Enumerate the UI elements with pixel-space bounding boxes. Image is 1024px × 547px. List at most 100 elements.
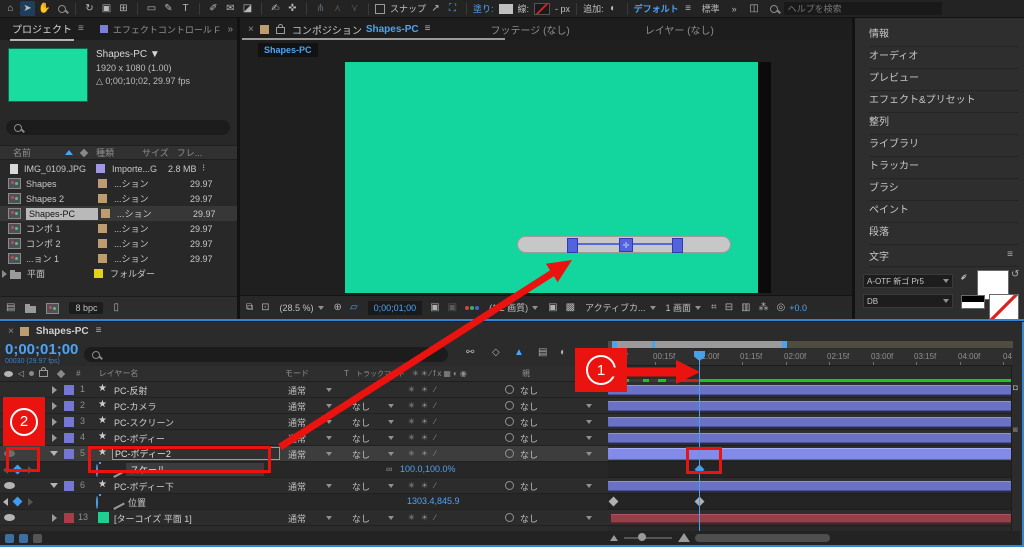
file-row[interactable]: コンポ 2 ...ション 29.97 <box>0 236 237 251</box>
tab-footage[interactable]: フッテージ (なし) <box>490 22 569 37</box>
layer-switches[interactable]: ✳ ☀ ∕ <box>408 481 438 490</box>
panel-tab-info[interactable]: 情報 <box>869 24 1019 47</box>
layer-switches[interactable]: ✳ ☀ ∕ <box>408 449 438 458</box>
layer-label-swatch[interactable] <box>64 433 74 443</box>
trackmatte-dropdown[interactable]: なし <box>352 416 370 429</box>
label-swatch[interactable] <box>98 239 107 248</box>
magnification-chevron-icon[interactable] <box>317 305 324 310</box>
parent-chevron-icon[interactable] <box>586 420 592 424</box>
panel-tab-paint[interactable]: ペイント <box>869 200 1019 223</box>
file-row[interactable]: コンポ 1 ...ション 29.97 <box>0 221 237 236</box>
viewer-tab-menu-icon[interactable]: ≡ <box>425 24 431 34</box>
layer-label-swatch[interactable] <box>64 401 74 411</box>
fill-label[interactable]: 塗り: <box>473 2 494 15</box>
layer-switches[interactable]: ✳ ☀ ∕ <box>408 385 438 394</box>
label-swatch[interactable] <box>101 209 110 218</box>
panel-tab-character[interactable]: 文字 ≡ <box>869 244 1019 267</box>
pen-tool-icon[interactable]: ✎ <box>161 1 176 16</box>
lock-icon[interactable] <box>275 24 285 34</box>
parent-chevron-icon[interactable] <box>586 452 592 456</box>
layer-switches[interactable]: ✳ ☀ ∕ <box>408 401 438 410</box>
new-comp-icon[interactable] <box>46 302 60 314</box>
fill-swatch[interactable] <box>498 3 513 14</box>
timeline-search-box[interactable] <box>84 347 448 362</box>
tab-effect-controls[interactable]: エフェクトコントロール F <box>113 23 220 36</box>
panel-tab-paragraph[interactable]: 段落 <box>869 222 1019 245</box>
fullscreen-icon[interactable]: ⛶ <box>445 1 460 16</box>
timeline-button-icon[interactable]: ▥ <box>741 302 750 313</box>
layer-name[interactable]: PC-カメラ <box>114 400 157 413</box>
layer-label-swatch[interactable] <box>64 449 74 459</box>
zoom-tool-icon[interactable] <box>54 1 69 16</box>
layer-track[interactable] <box>608 398 1011 414</box>
label-swatch[interactable] <box>98 179 107 188</box>
matte-chevron-icon[interactable] <box>388 420 394 424</box>
file-row-selected[interactable]: Shapes-PC ...ション 29.97 <box>0 206 237 221</box>
project-search-box[interactable] <box>6 120 230 135</box>
col-parent[interactable]: 親 <box>522 368 530 379</box>
mode-chevron-icon[interactable] <box>326 516 332 520</box>
panel-tab-brushes[interactable]: ブラシ <box>869 178 1019 201</box>
mode-chevron-icon[interactable] <box>326 404 332 408</box>
position-value[interactable]: 1303.4,845.9 <box>407 496 460 506</box>
layer-switches[interactable]: ✳ ☀ ∕ <box>408 433 438 442</box>
mode-dropdown[interactable]: 通常 <box>288 384 306 397</box>
matte-chevron-icon[interactable] <box>388 436 394 440</box>
layer-row[interactable]: 3 ★ PC-スクリーン 通常 なし ✳ ☀ ∕ なし <box>0 414 608 430</box>
parent-pickwhip-icon[interactable] <box>505 513 514 522</box>
mode-dropdown[interactable]: 通常 <box>288 416 306 429</box>
mode-dropdown[interactable]: 通常 <box>288 512 306 525</box>
scale-value[interactable]: 100.0,100.0% <box>400 464 456 474</box>
file-row[interactable]: Shapes 2 ...ション 29.97 <box>0 191 237 206</box>
puppet-pin-tool-icon[interactable]: ✜ <box>285 1 300 16</box>
character-panel-menu-icon[interactable]: ≡ <box>1007 250 1013 260</box>
fast-previews-icon[interactable]: ⊟ <box>725 302 733 313</box>
hide-shy-layers-icon[interactable]: ▲ <box>514 348 524 358</box>
time-ruler[interactable]: 0:00f 00:15f 01:00f 01:15f 02:00f 02:15f… <box>608 349 1013 366</box>
draft-3d-icon[interactable]: ◇ <box>492 348 500 358</box>
trackmatte-dropdown[interactable]: なし <box>352 480 370 493</box>
file-row[interactable]: ...ョン 1 ...ション 29.97 <box>0 251 237 266</box>
label-swatch[interactable] <box>94 269 103 278</box>
shield-icon[interactable]: ◘ <box>1013 384 1018 392</box>
col-layer-name[interactable]: レイヤー名 <box>99 368 139 379</box>
mode-dropdown[interactable]: 通常 <box>288 432 306 445</box>
stopwatch-icon[interactable] <box>96 496 98 509</box>
mode-chevron-icon[interactable] <box>326 436 332 440</box>
stroke-swatch[interactable] <box>534 2 551 15</box>
tab-composition-name[interactable]: Shapes-PC <box>366 24 419 35</box>
layer-name[interactable]: [ターコイズ 平面 1] <box>114 512 192 525</box>
bit-depth-button[interactable]: 8 bpc <box>69 302 104 314</box>
tab-composition-label[interactable]: コンポジション <box>292 22 362 37</box>
snap-options-icon[interactable]: ↗ <box>428 1 443 16</box>
left-handle[interactable] <box>567 238 578 253</box>
layer-switches[interactable]: ✳ ☀ ∕ <box>408 513 438 522</box>
rotation-tool-icon[interactable]: ↻ <box>82 1 97 16</box>
panel-tab-tracker[interactable]: トラッカー <box>869 156 1019 179</box>
workspace-standard[interactable]: 標準 <box>702 2 720 15</box>
panel-tab-audio[interactable]: オーディオ <box>869 46 1019 69</box>
horizontal-scrollbar[interactable] <box>695 534 830 542</box>
snap-checkbox[interactable] <box>375 3 385 14</box>
layer-row[interactable]: 13 [ターコイズ 平面 1] 通常 なし ✳ ☀ ∕ なし <box>0 510 608 526</box>
comp-info-name[interactable]: Shapes-PC ▼ <box>96 49 160 60</box>
layer-name[interactable]: PC-ボディー <box>114 432 165 445</box>
parent-pickwhip-icon[interactable] <box>505 433 514 442</box>
region-of-interest-icon[interactable]: ▣ <box>548 302 557 313</box>
hand-tool-icon[interactable]: ✋ <box>37 1 52 16</box>
label-swatch[interactable] <box>98 224 107 233</box>
comp-mini-flowchart-icon[interactable]: ⚯ <box>466 348 474 358</box>
keyframe-toggle-icon[interactable] <box>12 496 23 507</box>
layer-row[interactable]: 2 ★ PC-カメラ 通常 なし ✳ ☀ ∕ なし <box>0 398 608 414</box>
mode-dropdown[interactable]: 通常 <box>288 480 306 493</box>
parent-dropdown[interactable]: なし <box>520 432 538 445</box>
timeline-tab-menu-icon[interactable]: ≡ <box>96 326 102 336</box>
parent-chevron-icon[interactable] <box>586 404 592 408</box>
matte-chevron-icon[interactable] <box>388 516 394 520</box>
clone-stamp-tool-icon[interactable]: ✉ <box>223 1 238 16</box>
pixel-aspect-icon[interactable]: ⌗ <box>711 302 717 313</box>
right-handle[interactable] <box>672 238 683 253</box>
sort-asc-icon[interactable] <box>65 150 74 155</box>
parent-dropdown[interactable]: なし <box>520 448 538 461</box>
col-name[interactable]: 名前 <box>13 146 31 159</box>
